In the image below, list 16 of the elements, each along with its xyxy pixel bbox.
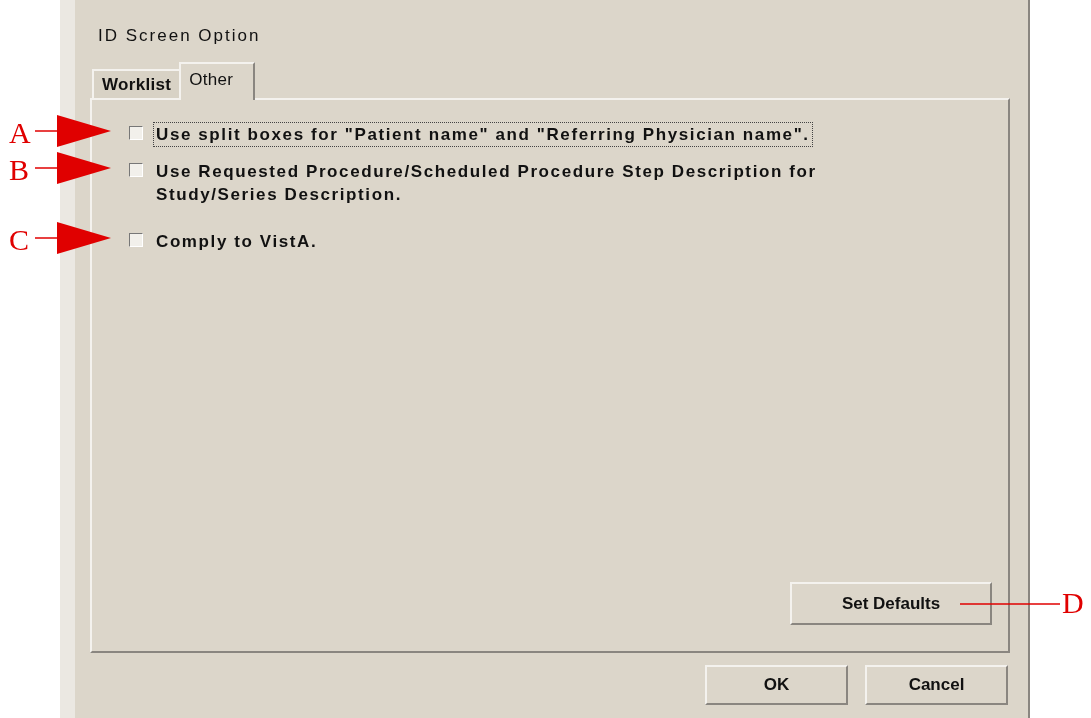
checkbox-label: Use split boxes for "Patient name" and "Referring Physician name". (153, 122, 813, 147)
dialog-button[interactable]: Cancel (865, 665, 1008, 705)
callout-label: D (1062, 588, 1084, 618)
tab[interactable]: Other (179, 62, 256, 100)
callout-label: B (9, 155, 29, 185)
callout-label: C (9, 225, 29, 255)
callout-label: A (9, 118, 31, 148)
checkbox-label: Comply to VistA. (155, 231, 319, 253)
checkbox[interactable] (129, 163, 143, 177)
checkbox[interactable] (129, 126, 143, 140)
checkbox-label: Use Requested Procedure/Scheduled Procedure Step Description for Study/Series Description. (155, 161, 818, 206)
tab[interactable]: Worklist (92, 69, 180, 98)
checkbox[interactable] (129, 233, 143, 247)
dialog-button[interactable]: OK (705, 665, 848, 705)
set-defaults-button[interactable]: Set Defaults (790, 582, 992, 625)
window-title: ID Screen Option (97, 26, 261, 47)
